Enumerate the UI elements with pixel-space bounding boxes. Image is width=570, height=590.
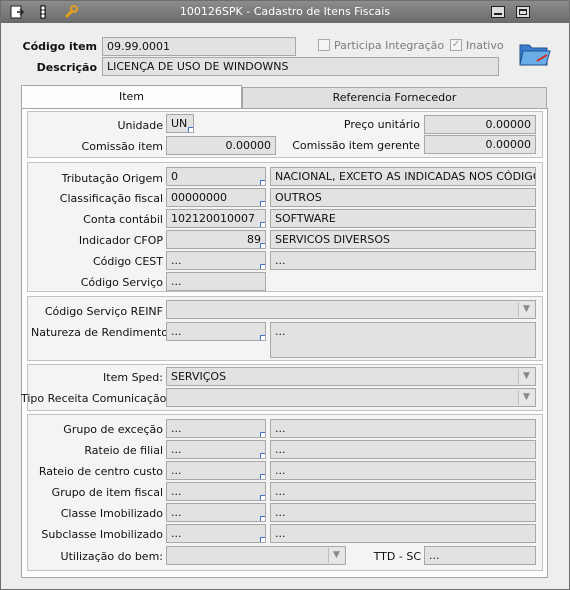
tributacao-origem-code-value: 0: [171, 170, 178, 183]
natureza-rendimento-label: Natureza de Rendimento:: [31, 326, 172, 339]
codigo-item-field[interactable]: 09.99.0001: [102, 37, 296, 56]
descricao-field[interactable]: LICENÇA DE USO DE WINDOWNS: [102, 57, 499, 76]
utilizacao-bem-label: Utilização do bem:: [60, 550, 163, 563]
title-bar: 100126SPK - Cadastro de Itens Fiscais: [1, 1, 569, 23]
codigo-item-label: Código item: [22, 40, 98, 53]
indicador-cfop-label: Indicador CFOP: [78, 234, 163, 247]
inativo-label: Inativo: [466, 39, 504, 52]
indicador-cfop-code-value: 89: [247, 233, 261, 246]
grupo-item-fiscal-label: Grupo de item fiscal: [51, 486, 163, 499]
comissao-item-field[interactable]: 0.00000: [166, 136, 276, 155]
codigo-cest-code-value: ...: [171, 254, 182, 267]
indicador-cfop-code[interactable]: 89: [166, 230, 266, 249]
tributacao-origem-code[interactable]: 0: [166, 167, 266, 186]
grupo-item-fiscal-desc: ...: [270, 482, 536, 501]
chevron-down-icon[interactable]: ▼: [518, 390, 534, 405]
unidade-field[interactable]: UN: [166, 114, 194, 133]
grupo-excecao-code-value: ...: [171, 422, 182, 435]
unidade-value: UN: [171, 117, 188, 130]
classificacao-fiscal-code[interactable]: 00000000: [166, 188, 266, 207]
tipo-receita-select[interactable]: ▼: [166, 388, 536, 407]
tab-item[interactable]: Item: [21, 85, 242, 109]
item-sped-value: SERVIÇOS: [171, 370, 227, 383]
classe-imobilizado-desc: ...: [270, 503, 536, 522]
natureza-rendimento-desc: ...: [270, 322, 536, 358]
rateio-filial-code[interactable]: ...: [166, 440, 266, 459]
grupo-excecao-code[interactable]: ...: [166, 419, 266, 438]
conta-contabil-label: Conta contábil: [83, 213, 163, 226]
subclasse-imobilizado-code-value: ...: [171, 527, 182, 540]
tributacao-origem-label: Tributação Origem: [61, 172, 163, 185]
codigo-servico-label: Código Serviço: [80, 276, 163, 289]
codigo-cest-desc: ...: [270, 251, 536, 270]
natureza-rendimento-code[interactable]: ...: [166, 322, 266, 341]
chevron-down-icon[interactable]: ▼: [518, 302, 534, 317]
codigo-cest-code[interactable]: ...: [166, 251, 266, 270]
rateio-filial-desc: ...: [270, 440, 536, 459]
conta-contabil-code-value: 102120010007: [171, 212, 255, 225]
codigo-servico-reinf-label: Código Serviço REINF: [44, 305, 163, 318]
subclasse-imobilizado-desc: ...: [270, 524, 536, 543]
indicador-cfop-desc: SERVICOS DIVERSOS: [270, 230, 536, 249]
comissao-item-label: Comissão item: [81, 140, 163, 153]
codigo-servico-field[interactable]: ...: [166, 272, 266, 291]
participa-integracao-checkbox[interactable]: [318, 39, 330, 51]
main-window: 100126SPK - Cadastro de Itens Fiscais Có…: [0, 0, 570, 590]
rateio-centro-custo-code-value: ...: [171, 464, 182, 477]
codigo-cest-label: Código CEST: [93, 255, 163, 268]
unidade-label: Unidade: [117, 119, 163, 132]
utilizacao-bem-select[interactable]: ▼: [166, 546, 346, 565]
grupo-excecao-label: Grupo de exceção: [63, 423, 163, 436]
tipo-receita-label: Tipo Receita Comunicação:: [21, 392, 171, 405]
classe-imobilizado-code[interactable]: ...: [166, 503, 266, 522]
rateio-centro-custo-label: Rateio de centro custo: [38, 465, 163, 478]
preco-unitario-field[interactable]: 0.00000: [424, 115, 536, 134]
window-title: 100126SPK - Cadastro de Itens Fiscais: [179, 5, 391, 18]
subclasse-imobilizado-label: Subclasse Imobilizado: [41, 528, 163, 541]
classe-imobilizado-label: Classe Imobilizado: [60, 507, 163, 520]
descricao-label: Descrição: [36, 61, 97, 74]
conta-contabil-desc: SOFTWARE: [270, 209, 536, 228]
rateio-filial-label: Rateio de filial: [84, 444, 163, 457]
participa-integracao-label: Participa Integração: [334, 39, 445, 52]
inativo-checkbox[interactable]: ✓: [450, 39, 462, 51]
subclasse-imobilizado-code[interactable]: ...: [166, 524, 266, 543]
rateio-filial-code-value: ...: [171, 443, 182, 456]
grupo-excecao-desc: ...: [270, 419, 536, 438]
maximize-button[interactable]: [516, 6, 530, 18]
grupo-item-fiscal-code-value: ...: [171, 485, 182, 498]
preco-unitario-label: Preço unitário: [343, 118, 420, 131]
minimize-button[interactable]: [491, 6, 505, 18]
ttd-sc-field[interactable]: ...: [424, 546, 536, 565]
grupo-item-fiscal-code[interactable]: ...: [166, 482, 266, 501]
rateio-centro-custo-desc: ...: [270, 461, 536, 480]
item-sped-select[interactable]: SERVIÇOS ▼: [166, 367, 536, 386]
chevron-down-icon[interactable]: ▼: [328, 548, 344, 563]
natureza-rendimento-code-value: ...: [171, 325, 182, 338]
folder-icon[interactable]: [517, 37, 551, 69]
tab-referencia-fornecedor[interactable]: Referencia Fornecedor: [242, 87, 547, 109]
classificacao-fiscal-code-value: 00000000: [171, 191, 227, 204]
codigo-servico-reinf-select[interactable]: ▼: [166, 300, 536, 319]
classe-imobilizado-code-value: ...: [171, 506, 182, 519]
item-sped-label: Item Sped:: [103, 371, 163, 384]
tributacao-origem-desc: NACIONAL, EXCETO AS INDICADAS NOS CÓDIGO…: [270, 167, 536, 186]
comissao-gerente-field[interactable]: 0.00000: [424, 135, 536, 154]
comissao-gerente-label: Comissão item gerente: [292, 139, 420, 152]
ttd-sc-label: TTD - SC: [373, 550, 421, 563]
rateio-centro-custo-code[interactable]: ...: [166, 461, 266, 480]
chevron-down-icon[interactable]: ▼: [518, 369, 534, 384]
classificacao-fiscal-desc: OUTROS: [270, 188, 536, 207]
classificacao-fiscal-label: Classificação fiscal: [59, 192, 163, 205]
conta-contabil-code[interactable]: 102120010007: [166, 209, 266, 228]
